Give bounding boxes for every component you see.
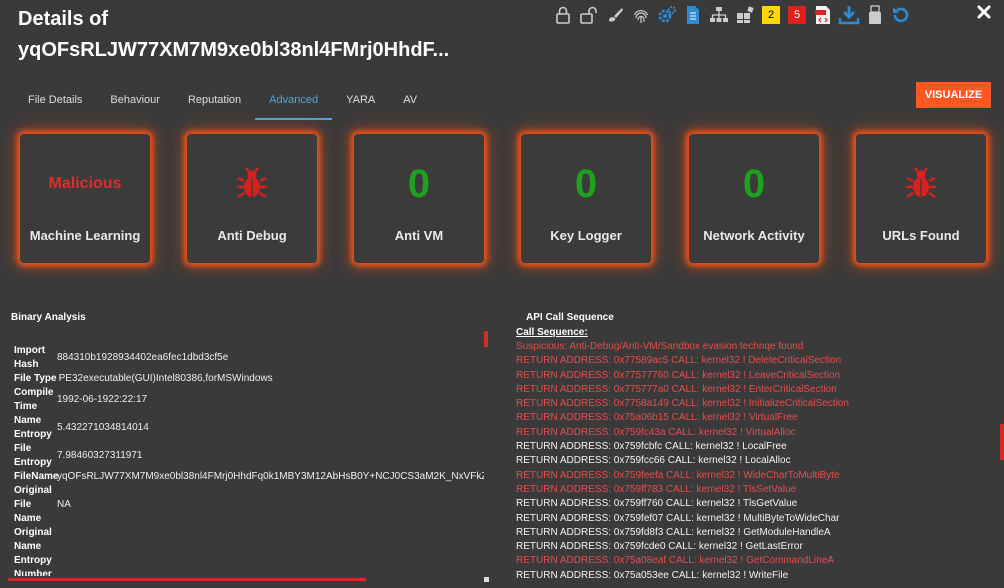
table-row: FileName yqOFsRLJW77XM7M9xe0bl38nl4FMrj0… (14, 470, 484, 484)
bug-icon (237, 167, 267, 198)
list-item: RETURN ADDRESS: 0x759fcbfc CALL: kernel3… (516, 441, 787, 453)
card-label: Network Activity (703, 228, 805, 243)
call-sequence-heading: Call Sequence: (516, 327, 588, 338)
card-value: Malicious (48, 175, 122, 192)
card-value-wrap: 0 (354, 162, 484, 206)
unlock-icon[interactable] (576, 3, 602, 27)
list-item: RETURN ADDRESS: 0x759ff760 CALL: kernel3… (516, 498, 798, 510)
binary-analysis-table: Import Hash 884310b1928934402ea6fec1dbd3… (14, 344, 484, 576)
card-label: URLs Found (882, 228, 960, 243)
binary-analysis-title: Binary Analysis (11, 312, 86, 323)
card-label: Anti Debug (217, 228, 287, 243)
tab-bar: File Details Behaviour Reputation Advanc… (14, 86, 431, 120)
list-item: Suspicious: Anti-Debug/Anti-VM/Sandbox e… (516, 341, 804, 352)
row-value: yqOFsRLJW77XM7M9xe0bl38nl4FMrj0HhdFq0k1M… (57, 471, 484, 482)
table-row: Compile Time 1992-06-1922:22:17 (14, 386, 484, 414)
tab-av[interactable]: AV (389, 86, 431, 120)
visualize-button[interactable]: VISUALIZE (916, 82, 991, 108)
list-item: RETURN ADDRESS: 0x77577760 CALL: kernel3… (516, 369, 841, 381)
card-value: 0 (742, 161, 766, 206)
list-item: RETURN ADDRESS: 0x759feefa CALL: kernel3… (516, 469, 840, 481)
badge-count[interactable]: 2 (762, 6, 780, 24)
bug-icon (906, 167, 936, 198)
list-item: RETURN ADDRESS: 0x77589ac5 CALL: kernel3… (516, 355, 842, 367)
network-icon[interactable] (706, 3, 732, 27)
row-key: Name Entropy (14, 415, 52, 440)
lock-icon[interactable] (550, 3, 576, 27)
page-scrollbar-thumb[interactable] (1000, 424, 1004, 460)
page-title: Details of yqOFsRLJW77XM7M9xe0bl38nl4FMr… (18, 8, 450, 61)
list-item: RETURN ADDRESS: 0x7758a149 CALL: kernel3… (516, 398, 849, 410)
list-item: RETURN ADDRESS: 0x759fd8f3 CALL: kernel3… (516, 526, 831, 538)
tab-reputation[interactable]: Reputation (174, 86, 255, 120)
row-value: 1992-06-1922:22:17 (57, 394, 148, 405)
pdf-icon[interactable] (810, 3, 836, 27)
api-call-sequence-title: API Call Sequence (526, 312, 614, 323)
card-value-wrap (187, 162, 317, 206)
list-item: RETURN ADDRESS: 0x759fef07 CALL: kernel3… (516, 512, 840, 524)
list-item: RETURN ADDRESS: 0x759fcde0 CALL: kernel3… (516, 541, 803, 553)
toolbar: 2 5 (550, 3, 914, 27)
row-key: FileName (14, 471, 59, 482)
gears-icon[interactable] (654, 3, 680, 27)
fingerprint-icon[interactable] (628, 3, 654, 27)
row-value: PE32executable(GUI)Intel80386,forMSWindo… (58, 373, 273, 384)
card-value: 0 (407, 161, 431, 206)
card-machine-learning[interactable]: Malicious Machine Learning (20, 134, 150, 263)
card-label: Machine Learning (29, 228, 141, 243)
card-value-wrap: Malicious (20, 162, 150, 206)
table-row: Import Hash 884310b1928934402ea6fec1dbd3… (14, 344, 484, 372)
row-key: Import Hash (14, 345, 46, 370)
list-item: RETURN ADDRESS: 0x759ff783 CALL: kernel3… (516, 483, 797, 495)
tab-advanced[interactable]: Advanced (255, 86, 333, 120)
list-item: RETURN ADDRESS: 0x75a053ee CALL: kernel3… (516, 569, 789, 581)
row-value: NA (57, 499, 71, 510)
card-value-wrap (856, 162, 986, 206)
list-item: RETURN ADDRESS: 0x75a06b15 CALL: kernel3… (516, 412, 798, 424)
brush-icon[interactable] (602, 3, 628, 27)
list-item: RETURN ADDRESS: 0x759fc43a CALL: kernel3… (516, 426, 796, 438)
row-key: Number (14, 569, 52, 576)
card-network-activity[interactable]: 0 Network Activity (689, 134, 819, 263)
tab-file-details[interactable]: File Details (14, 86, 96, 120)
list-item: RETURN ADDRESS: 0x759fcc66 CALL: kernel3… (516, 455, 791, 467)
row-key: File Type (14, 373, 57, 384)
row-key: Original File Name (14, 485, 52, 524)
row-key: Compile Time (14, 387, 54, 412)
card-value: 0 (574, 161, 598, 206)
tab-behaviour[interactable]: Behaviour (96, 86, 174, 120)
table-row: Original File Name NA (14, 484, 484, 526)
card-value-wrap: 0 (521, 162, 651, 206)
row-value: 5.432271034814014 (57, 422, 149, 433)
horizontal-scrollbar[interactable] (8, 578, 366, 581)
download-icon[interactable] (836, 3, 862, 27)
card-value-wrap: 0 (689, 162, 819, 206)
list-item: RETURN ADDRESS: 0x775777a0 CALL: kernel3… (516, 383, 837, 395)
list-item: RETURN ADDRESS: 0x75a08eaf CALL: kernel3… (516, 555, 834, 567)
table-row: File Entropy 7.98460327311971 (14, 442, 484, 470)
puzzle-icon[interactable] (732, 3, 758, 27)
card-anti-vm[interactable]: 0 Anti VM (354, 134, 484, 263)
api-call-list: Call Sequence: Suspicious: Anti-Debug/An… (516, 326, 996, 583)
card-key-logger[interactable]: 0 Key Logger (521, 134, 651, 263)
card-label: Anti VM (394, 228, 444, 243)
refresh-icon[interactable] (888, 3, 914, 27)
table-row: Name Entropy 5.432271034814014 (14, 414, 484, 442)
row-key: Original Name Entropy (14, 527, 52, 566)
card-label: Key Logger (550, 228, 622, 243)
row-key: File Entropy (14, 443, 52, 468)
table-row: Original Name Entropy (14, 526, 484, 568)
scrollbar-thumb[interactable] (484, 331, 488, 347)
card-urls-found[interactable]: URLs Found (856, 134, 986, 263)
table-row: File Type PE32executable(GUI)Intel80386,… (14, 372, 484, 386)
usb-icon[interactable] (862, 3, 888, 27)
badge-count[interactable]: 5 (788, 6, 806, 24)
row-value: 884310b1928934402ea6fec1dbd3cf5e (57, 352, 229, 363)
document-icon[interactable] (680, 3, 706, 27)
scrollbar-corner (484, 577, 489, 582)
card-anti-debug[interactable]: Anti Debug (187, 134, 317, 263)
tab-yara[interactable]: YARA (332, 86, 389, 120)
row-value: 7.98460327311971 (57, 450, 143, 461)
close-icon[interactable] (973, 1, 995, 23)
